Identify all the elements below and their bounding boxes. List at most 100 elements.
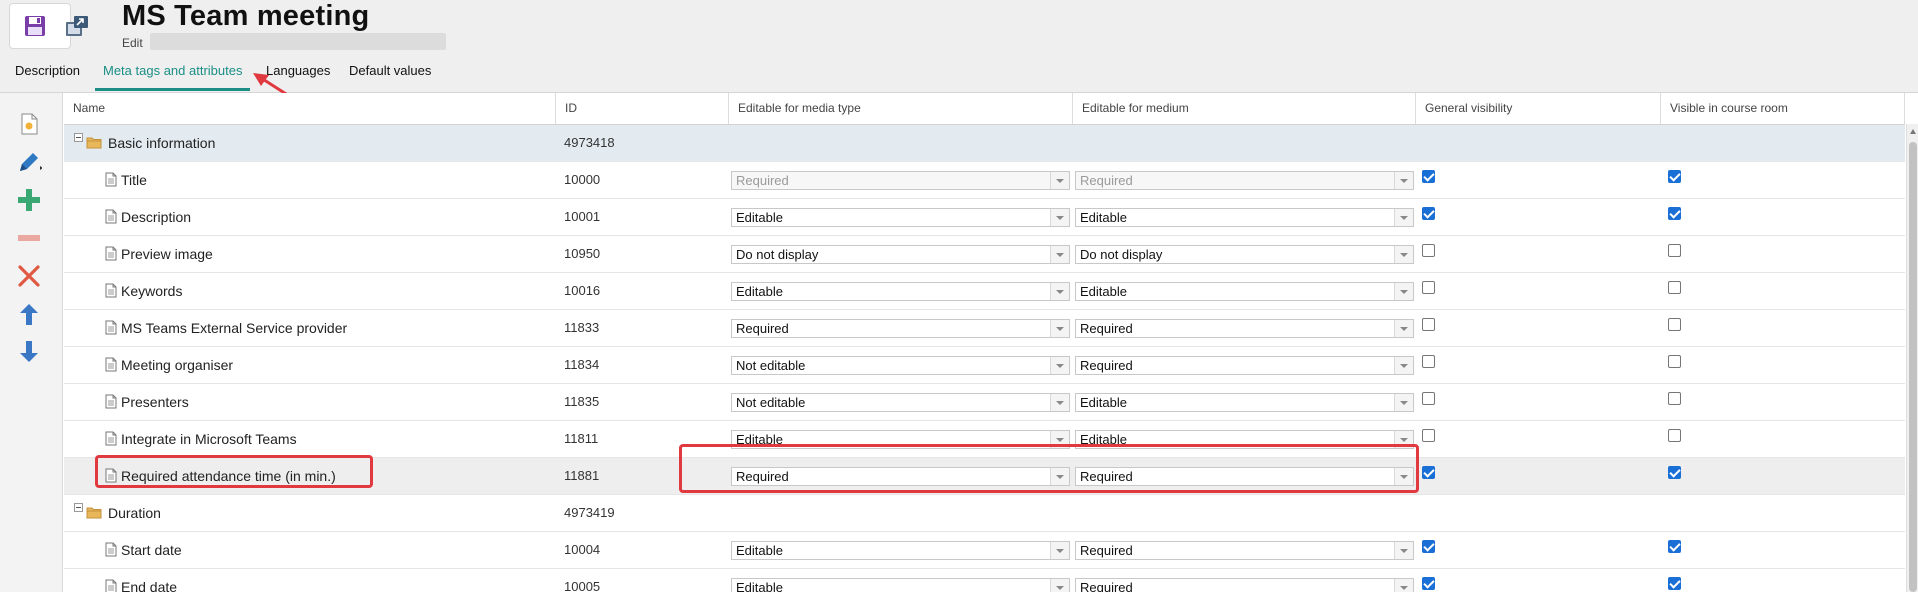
table-row[interactable]: Keywords 10016 Editable Editable [64, 273, 1905, 310]
media-type-select[interactable]: Not editable [731, 356, 1070, 375]
chevron-down-icon[interactable] [1050, 357, 1069, 374]
course-room-visibility-checkbox[interactable] [1668, 429, 1681, 442]
new-page-icon[interactable] [16, 111, 42, 137]
vertical-scrollbar[interactable] [1906, 124, 1918, 592]
chevron-down-icon[interactable] [1050, 320, 1069, 337]
column-header-visible-in-course-room[interactable]: Visible in course room [1661, 93, 1905, 124]
table-row[interactable]: Start date 10004 Editable Required [64, 532, 1905, 569]
media-type-select[interactable]: Editable [731, 430, 1070, 449]
table-row[interactable]: End date 10005 Editable Required [64, 569, 1905, 592]
table-row[interactable]: MS Teams External Service provider 11833 R… [64, 310, 1905, 347]
course-room-visibility-checkbox[interactable] [1668, 466, 1681, 479]
chevron-down-icon[interactable] [1394, 579, 1413, 592]
chevron-down-icon[interactable] [1394, 431, 1413, 448]
column-header-id[interactable]: ID [556, 93, 729, 124]
chevron-down-icon[interactable] [1050, 431, 1069, 448]
table-row[interactable]: Description 10001 Editable Editable [64, 199, 1905, 236]
scroll-up-icon[interactable] [1910, 129, 1916, 134]
chevron-down-icon[interactable] [1394, 468, 1413, 485]
delete-icon[interactable] [16, 263, 42, 289]
general-visibility-checkbox[interactable] [1422, 207, 1435, 220]
group-row[interactable]: Basic information 4973418 [64, 125, 1905, 162]
course-room-visibility-checkbox[interactable] [1668, 577, 1681, 590]
arrow-down-icon[interactable] [16, 339, 42, 365]
table-row[interactable]: Integrate in Microsoft Teams 11811 Editabl… [64, 421, 1905, 458]
media-type-select[interactable]: Editable [731, 541, 1070, 560]
general-visibility-checkbox[interactable] [1422, 540, 1435, 553]
medium-select[interactable]: Editable [1075, 393, 1414, 412]
table-row[interactable]: Meeting organiser 11834 Not editable Requir… [64, 347, 1905, 384]
course-room-visibility-checkbox[interactable] [1668, 392, 1681, 405]
table-row[interactable]: Title 10000 Required Required [64, 162, 1905, 199]
course-room-visibility-checkbox[interactable] [1668, 281, 1681, 294]
chevron-down-icon[interactable] [1394, 209, 1413, 226]
media-type-select[interactable]: Editable [731, 578, 1070, 592]
medium-select[interactable]: Required [1075, 541, 1414, 560]
medium-select[interactable]: Editable [1075, 430, 1414, 449]
group-row[interactable]: Duration 4973419 [64, 495, 1905, 532]
medium-select[interactable]: Do not display [1075, 245, 1414, 264]
chevron-down-icon[interactable] [1050, 209, 1069, 226]
general-visibility-checkbox[interactable] [1422, 318, 1435, 331]
chevron-down-icon[interactable] [1050, 246, 1069, 263]
column-header-media-type[interactable]: Editable for media type [729, 93, 1073, 124]
tab-default-values[interactable]: Default values [349, 60, 431, 91]
course-room-visibility-checkbox[interactable] [1668, 318, 1681, 331]
chevron-down-icon[interactable] [1050, 542, 1069, 559]
medium-select[interactable]: Editable [1075, 208, 1414, 227]
medium-select[interactable]: Required [1075, 356, 1414, 375]
tab-meta-tags-and-attributes[interactable]: Meta tags and attributes [95, 60, 251, 91]
general-visibility-checkbox[interactable] [1422, 466, 1435, 479]
chevron-down-icon[interactable] [1050, 172, 1069, 189]
general-visibility-checkbox[interactable] [1422, 170, 1435, 183]
course-room-visibility-checkbox[interactable] [1668, 540, 1681, 553]
chevron-down-icon[interactable] [1050, 283, 1069, 300]
collapse-toggle-icon[interactable] [74, 503, 83, 512]
pencil-icon[interactable] [16, 149, 42, 175]
tab-description[interactable]: Description [15, 60, 80, 91]
chevron-down-icon[interactable] [1050, 579, 1069, 592]
chevron-down-icon[interactable] [1394, 542, 1413, 559]
general-visibility-checkbox[interactable] [1422, 429, 1435, 442]
general-visibility-checkbox[interactable] [1422, 577, 1435, 590]
media-type-select[interactable]: Do not display [731, 245, 1070, 264]
media-type-select[interactable]: Required [731, 467, 1070, 486]
column-header-name[interactable]: Name [64, 93, 556, 124]
chevron-down-icon[interactable] [1394, 394, 1413, 411]
column-header-medium[interactable]: Editable for medium [1073, 93, 1416, 124]
export-icon[interactable] [64, 14, 90, 40]
media-type-select[interactable]: Required [731, 319, 1070, 338]
general-visibility-checkbox[interactable] [1422, 281, 1435, 294]
table-row[interactable]: Required attendance time (in min.) 11881 R… [64, 458, 1905, 495]
arrow-up-icon[interactable] [16, 301, 42, 327]
plus-icon[interactable] [16, 187, 42, 213]
course-room-visibility-checkbox[interactable] [1668, 207, 1681, 220]
chevron-down-icon[interactable] [1394, 283, 1413, 300]
media-type-select[interactable]: Editable [731, 208, 1070, 227]
general-visibility-checkbox[interactable] [1422, 244, 1435, 257]
course-room-visibility-checkbox[interactable] [1668, 355, 1681, 368]
table-row[interactable]: Preview image 10950 Do not display Do not d… [64, 236, 1905, 273]
medium-select[interactable]: Required [1075, 578, 1414, 592]
save-icon[interactable] [24, 15, 46, 37]
chevron-down-icon[interactable] [1394, 172, 1413, 189]
course-room-visibility-checkbox[interactable] [1668, 170, 1681, 183]
chevron-down-icon[interactable] [1394, 246, 1413, 263]
column-header-general-visibility[interactable]: General visibility [1416, 93, 1661, 124]
general-visibility-checkbox[interactable] [1422, 392, 1435, 405]
medium-select[interactable]: Required [1075, 467, 1414, 486]
media-type-select[interactable]: Not editable [731, 393, 1070, 412]
medium-select[interactable]: Editable [1075, 282, 1414, 301]
medium-select[interactable]: Required [1075, 319, 1414, 338]
collapse-toggle-icon[interactable] [74, 133, 83, 142]
media-type-select[interactable]: Editable [731, 282, 1070, 301]
table-row[interactable]: Presenters 11835 Not editable Editable [64, 384, 1905, 421]
scroll-thumb[interactable] [1909, 142, 1917, 592]
chevron-down-icon[interactable] [1394, 320, 1413, 337]
course-room-visibility-checkbox[interactable] [1668, 244, 1681, 257]
chevron-down-icon[interactable] [1394, 357, 1413, 374]
chevron-down-icon[interactable] [1050, 468, 1069, 485]
minus-icon[interactable] [16, 225, 42, 251]
chevron-down-icon[interactable] [1050, 394, 1069, 411]
general-visibility-checkbox[interactable] [1422, 355, 1435, 368]
